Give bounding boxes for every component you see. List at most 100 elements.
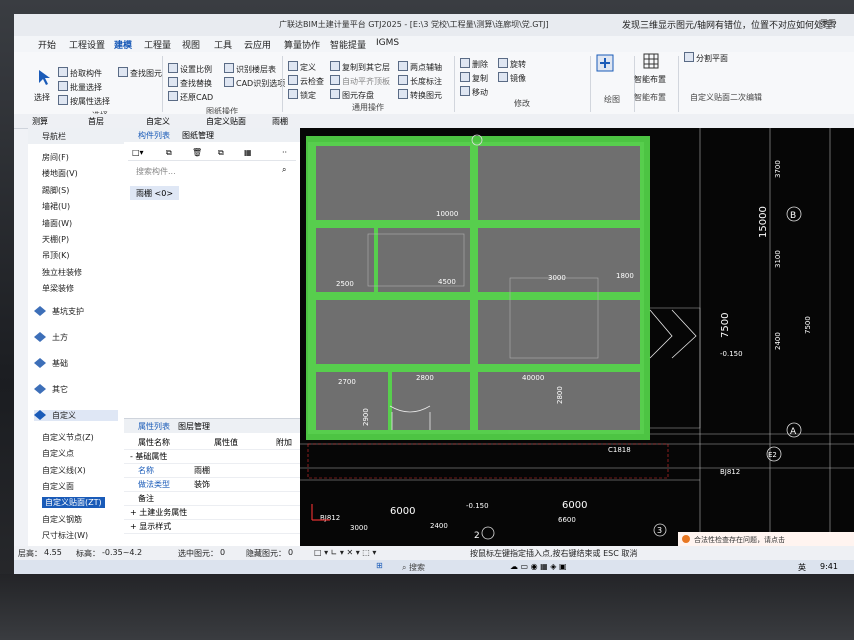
- lock-button[interactable]: 锁定: [288, 89, 316, 101]
- pick-component-button[interactable]: 拾取构件: [58, 67, 102, 79]
- nav-item-beam-deco[interactable]: 单梁装修: [42, 283, 74, 294]
- tab-modeling[interactable]: 建模: [114, 38, 132, 51]
- navigation-panel: 导航栏 房间(F) 楼地面(V) 踢脚(S) 墙裙(U) 墙面(W) 天棚(P)…: [28, 128, 125, 548]
- component-search[interactable]: 搜索构件... ⌕: [128, 164, 296, 178]
- select-button[interactable]: 选择: [34, 92, 50, 103]
- elevation-value: -0.35~4.2: [102, 548, 143, 557]
- ime-indicator[interactable]: 英: [798, 562, 806, 573]
- nav-cat-custom[interactable]: 自定义: [34, 410, 118, 421]
- nav-custom-face[interactable]: 自定义面: [42, 481, 74, 492]
- smart-layout-button[interactable]: 智能布置: [634, 74, 666, 85]
- tab-project-settings[interactable]: 工程设置: [69, 38, 105, 51]
- tab-component-list[interactable]: 构件列表: [138, 130, 170, 141]
- copy-to-other-button[interactable]: 复制到其它层: [330, 61, 390, 73]
- filter-icon[interactable]: ▦: [244, 148, 252, 157]
- drawing-canvas[interactable]: 10000 4500 3000 1800 2500 2700 2800 4000…: [300, 128, 854, 546]
- convert-element-button[interactable]: 转换图元: [398, 89, 442, 101]
- copy-button[interactable]: 复制: [460, 72, 488, 84]
- nav-custom-point[interactable]: 自定义点: [42, 448, 74, 459]
- nav-cat-support[interactable]: 基坑支护: [34, 306, 84, 317]
- rotate-button[interactable]: 旋转: [498, 58, 526, 70]
- delete-component-icon[interactable]: 🗑: [192, 148, 202, 157]
- dim-text: 7500: [720, 313, 731, 338]
- search-icon[interactable]: ⌕: [282, 165, 286, 175]
- prop-row[interactable]: + 土建业务属性: [124, 505, 300, 520]
- nav-custom-rebar[interactable]: 自定义钢筋: [42, 514, 82, 525]
- tab-quantities[interactable]: 工程量: [144, 38, 171, 51]
- nav-item-wall-face[interactable]: 墙面(W): [42, 218, 72, 229]
- select-by-attr-button[interactable]: 按属性选择: [58, 95, 110, 107]
- smart-layout-icon[interactable]: [642, 52, 660, 70]
- selector-left[interactable]: 测算: [32, 116, 48, 127]
- search-input[interactable]: 搜索构件...: [136, 166, 176, 177]
- tab-cloud[interactable]: 云应用: [244, 38, 271, 51]
- tab-properties[interactable]: 属性列表: [138, 421, 170, 432]
- nav-custom-node[interactable]: 自定义节点(Z): [42, 432, 94, 443]
- prop-row[interactable]: 备注: [124, 491, 300, 506]
- taskbar-search[interactable]: ⌕ 搜索: [402, 562, 425, 573]
- tab-layers[interactable]: 图层管理: [178, 421, 210, 432]
- tab-start[interactable]: 开始: [38, 38, 56, 51]
- layer-icon[interactable]: ⧉: [218, 148, 224, 158]
- type-select[interactable]: 自定义: [146, 116, 170, 127]
- tab-collab[interactable]: 算量协作: [284, 38, 320, 51]
- tab-igms[interactable]: IGMS: [376, 38, 399, 48]
- set-ratio-button[interactable]: 设置比例: [168, 63, 212, 75]
- options-icon: [224, 77, 234, 87]
- cloud-check-button[interactable]: 云检查: [288, 75, 324, 87]
- nav-item-column-deco[interactable]: 独立柱装修: [42, 267, 82, 278]
- user-name[interactable]: 罗玉: [820, 18, 836, 29]
- component-item[interactable]: 雨棚 <0>: [130, 186, 180, 200]
- delete-button[interactable]: 删除: [460, 58, 488, 70]
- nav-item-dado[interactable]: 墙裙(U): [42, 201, 70, 212]
- mirror-button[interactable]: 镜像: [498, 72, 526, 84]
- find-element-button[interactable]: 查找图元: [118, 67, 162, 79]
- tab-drawing-manage[interactable]: 图纸管理: [182, 130, 214, 141]
- warning-text[interactable]: 合法性检查存在问题，请点击: [694, 535, 785, 544]
- diamond-icon: [34, 306, 46, 316]
- length-mark-button[interactable]: 长度标注: [398, 75, 442, 87]
- auto-plan-button[interactable]: 自动平齐顶板: [330, 75, 390, 87]
- nav-item-suspended-ceiling[interactable]: 吊顶(K): [42, 250, 70, 261]
- tab-view[interactable]: 视图: [182, 38, 200, 51]
- define-button[interactable]: 定义: [288, 61, 316, 73]
- copy-component-icon[interactable]: ⧉: [166, 148, 172, 158]
- help-question[interactable]: 发现三维显示图元/轴网有错位，位置不对应如何处理？: [622, 18, 841, 31]
- tab-smart[interactable]: 智能提量: [330, 38, 366, 51]
- more-icon[interactable]: ··: [282, 148, 287, 157]
- nav-item-ceiling[interactable]: 天棚(P): [42, 234, 69, 245]
- nav-cat-earthwork[interactable]: 土方: [34, 332, 68, 343]
- nav-custom-cladding[interactable]: 自定义贴面(ZT): [42, 497, 105, 508]
- nav-dimension[interactable]: 尺寸标注(W): [42, 530, 88, 541]
- restore-cad-button[interactable]: 还原CAD: [168, 91, 213, 103]
- nav-item-room[interactable]: 房间(F): [42, 152, 69, 163]
- nav-item-floor[interactable]: 楼地面(V): [42, 168, 78, 179]
- taskbar-apps[interactable]: ☁ ▭ ◉ ▦ ◈ ▣: [510, 562, 567, 571]
- cad-drawing[interactable]: 10000 4500 3000 1800 2500 2700 2800 4000…: [300, 128, 854, 546]
- new-icon[interactable]: □▾: [132, 148, 144, 157]
- prop-row[interactable]: 做法类型 装饰: [124, 477, 300, 492]
- snap-tools[interactable]: □ ▾ ∟ ▾ ✕ ▾ ⬚ ▾: [314, 548, 376, 557]
- split-plane-button[interactable]: 分割平面: [684, 52, 728, 64]
- nav-item-skirting[interactable]: 踢脚(S): [42, 185, 69, 196]
- floor-select[interactable]: 首层: [88, 116, 104, 127]
- element-save-button[interactable]: 图元存盘: [330, 89, 374, 101]
- prop-row[interactable]: 名称 雨棚: [124, 463, 300, 478]
- prop-row[interactable]: + 显示样式: [124, 519, 300, 534]
- tab-tools[interactable]: 工具: [214, 38, 232, 51]
- find-replace-button[interactable]: 查找替换: [168, 77, 212, 89]
- windows-start-icon[interactable]: ⊞: [376, 561, 383, 570]
- plus-grid-icon[interactable]: [596, 54, 614, 72]
- select-cursor-icon[interactable]: [36, 68, 54, 86]
- batch-select-button[interactable]: 批量选择: [58, 81, 102, 93]
- identify-floor-button[interactable]: 识别楼层表: [224, 63, 276, 75]
- move-button[interactable]: 移动: [460, 86, 488, 98]
- cad-options-button[interactable]: CAD识别选项: [224, 77, 285, 89]
- component-select[interactable]: 雨棚: [272, 116, 288, 127]
- nav-custom-line[interactable]: 自定义线(X): [42, 465, 86, 476]
- replace-icon: [168, 77, 178, 87]
- two-point-axis-button[interactable]: 两点辅轴: [398, 61, 442, 73]
- nav-cat-foundation[interactable]: 基础: [34, 358, 68, 369]
- nav-cat-other[interactable]: 其它: [34, 384, 68, 395]
- subtype-select[interactable]: 自定义贴面: [206, 116, 246, 127]
